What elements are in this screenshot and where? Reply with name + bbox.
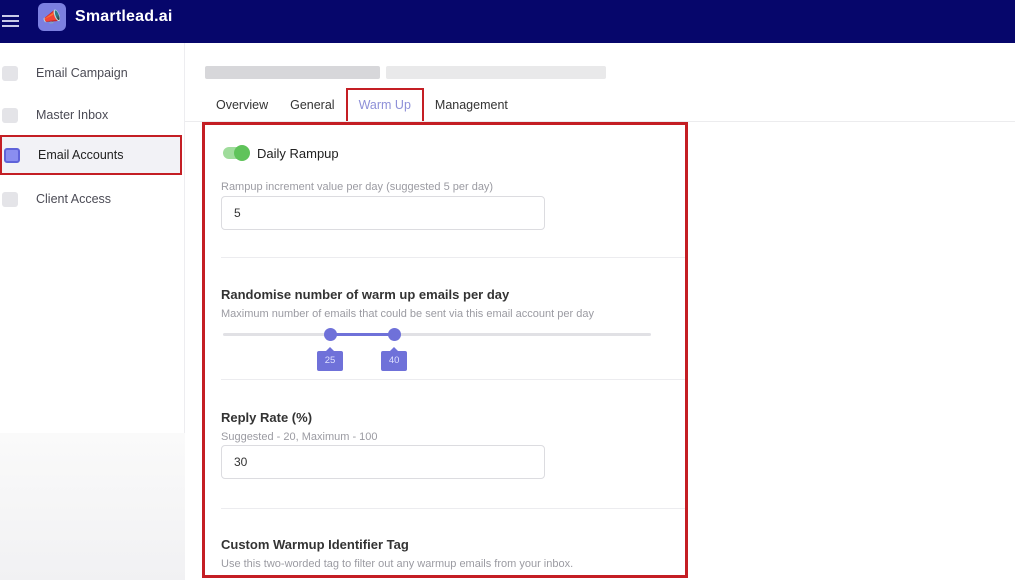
megaphone-icon[interactable]: 📣	[38, 3, 66, 31]
slider-min-handle[interactable]	[324, 328, 337, 341]
randomise-label: Randomise number of warm up emails per d…	[221, 287, 510, 302]
tab-overview[interactable]: Overview	[205, 88, 279, 122]
envelope-icon	[4, 147, 20, 163]
reply-rate-input[interactable]: 30	[221, 445, 545, 479]
inbox-icon	[2, 107, 18, 123]
slider-max-handle[interactable]	[388, 328, 402, 341]
section-divider	[221, 257, 685, 258]
sidebar-item-label: Email Accounts	[38, 148, 124, 162]
custom-tag-label: Custom Warmup Identifier Tag	[221, 537, 409, 552]
section-divider	[221, 379, 685, 380]
tab-general[interactable]: General	[279, 88, 345, 122]
top-navigation-bar: 📣 Smartlead.ai	[0, 0, 1015, 43]
toggle-knob	[234, 145, 250, 161]
sidebar-footer-background	[0, 433, 185, 580]
sidebar-item-master-inbox[interactable]: Master Inbox	[0, 95, 182, 135]
sidebar-item-email-accounts[interactable]: Email Accounts	[0, 135, 182, 175]
slider-max-value: 40	[381, 347, 408, 371]
tab-management[interactable]: Management	[424, 88, 519, 122]
tab-bar: Overview General Warm Up Management	[205, 88, 519, 122]
lightning-icon	[2, 191, 18, 207]
reply-rate-label: Reply Rate (%)	[221, 410, 313, 425]
section-divider	[221, 508, 685, 509]
rampup-increment-input[interactable]: 5	[221, 196, 545, 230]
slider-min-value: 25	[317, 347, 343, 371]
sidebar-item-email-campaign[interactable]: Email Campaign	[0, 53, 182, 93]
brand-name[interactable]: Smartlead.ai	[75, 8, 173, 26]
sidebar-item-label: Client Access	[36, 192, 112, 206]
hamburger-icon[interactable]	[2, 12, 19, 28]
tab-warm-up[interactable]: Warm Up	[345, 88, 424, 121]
randomise-description: Maximum number of emails that could be s…	[221, 308, 594, 320]
rampup-increment-label: Rampup increment value per day (suggeste…	[221, 181, 494, 193]
emails-per-day-slider[interactable]	[223, 333, 651, 336]
sidebar-item-client-access[interactable]: Client Access	[0, 179, 182, 219]
sidebar-item-label: Master Inbox	[36, 108, 109, 122]
reply-rate-hint: Suggested - 20, Maximum - 100	[221, 431, 378, 443]
sidebar-item-label: Email Campaign	[36, 66, 128, 80]
campaign-icon	[2, 65, 18, 81]
daily-rampup-toggle[interactable]	[223, 145, 251, 161]
account-name-redacted	[205, 66, 606, 79]
slider-selected-range	[330, 333, 395, 336]
daily-rampup-label: Daily Rampup	[257, 146, 339, 161]
sidebar: Email Campaign Master Inbox Email Accoun…	[0, 43, 185, 580]
custom-tag-description: Use this two-worded tag to filter out an…	[221, 558, 574, 570]
warmup-settings-card: Daily Rampup Rampup increment value per …	[202, 122, 688, 578]
